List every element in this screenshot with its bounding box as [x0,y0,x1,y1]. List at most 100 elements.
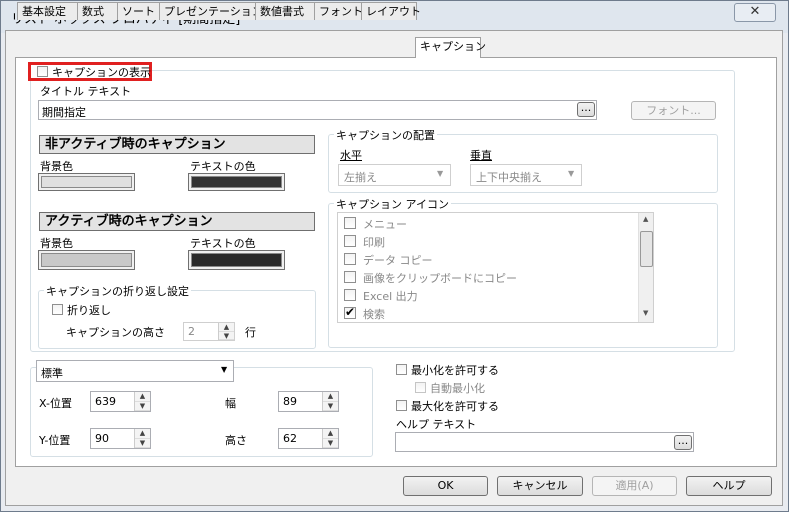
allow-minimize-checkbox[interactable] [396,364,407,375]
inactive-bg-color-button[interactable] [38,173,135,191]
y-position-value: 90 [95,432,109,445]
active-bg-color-swatch [41,253,132,267]
help-text-label: ヘルプ テキスト [396,418,477,431]
spin-up-icon[interactable]: ▲ [135,392,150,402]
spin-down-icon[interactable]: ▼ [135,401,150,411]
tab-label: 数式 [82,5,104,18]
tab-sort[interactable]: ソート [117,2,160,20]
tab-numeric[interactable]: 数式 [77,2,118,20]
allow-maximize-label: 最大化を許可する [411,400,499,413]
caption-height-value: 2 [188,325,195,338]
x-position-input[interactable]: 639 ▲ ▼ [90,391,151,412]
icon-copy-image-checkbox[interactable] [344,271,356,283]
icon-excel-checkbox[interactable] [344,289,356,301]
apply-button[interactable]: 適用(A) [592,476,677,496]
scrollbar-thumb[interactable] [640,231,653,267]
help-text-ellipsis-button[interactable]: ... [674,435,692,450]
spin-up-icon[interactable]: ▲ [323,429,338,439]
tab-label: レイアウト [366,5,421,18]
inactive-text-color-button[interactable] [188,173,285,191]
icon-search-checkbox[interactable]: ✔ [344,305,356,319]
tab-presentation[interactable]: プレゼンテーション [159,2,263,20]
chevron-down-icon: ▼ [221,365,228,374]
tab-label: 数値書式 [260,5,304,18]
caption-icons-group-label: キャプション アイコン [334,196,451,212]
spin-down-icon[interactable]: ▼ [323,438,338,448]
ok-button-label: OK [437,479,454,492]
vertical-label: 垂直 [470,149,492,162]
tab-label: プレゼンテーション [164,5,263,18]
tab-font[interactable]: フォント [314,2,363,20]
caption-height-label: キャプションの高さ [66,326,165,339]
icon-excel-label: Excel 出力 [363,290,418,303]
caption-height-unit: 行 [245,326,256,339]
allow-maximize-checkbox[interactable] [396,400,407,411]
tab-label: キャプション [420,40,486,53]
check-icon: ✔ [345,305,356,319]
chevron-down-icon: ▼ [437,169,444,178]
active-caption-header: アクティブ時のキャプション [39,212,315,231]
x-position-label: X-位置 [39,397,72,410]
title-text-input[interactable]: 期間指定 [38,100,597,120]
icon-print-checkbox[interactable] [344,235,356,247]
tab-basic[interactable]: 基本設定 [17,2,78,20]
cancel-button[interactable]: キャンセル [497,476,583,496]
active-text-color-button[interactable] [188,250,285,270]
close-icon: ✕ [749,4,761,19]
position-mode-select[interactable]: 標準 ▼ [36,360,234,382]
inactive-text-color-label: テキストの色 [190,160,256,173]
height-input[interactable]: 62 ▲ ▼ [278,428,339,449]
help-button-label: ヘルプ [712,479,746,492]
tab-layout[interactable]: レイアウト [361,2,421,20]
spin-up-icon[interactable]: ▲ [219,323,234,332]
show-caption-checkbox[interactable] [37,66,48,77]
spin-down-icon[interactable]: ▼ [135,438,150,448]
scroll-up-icon[interactable]: ▲ [643,215,648,223]
vertical-value: 上下中央揃え [476,171,542,184]
help-button[interactable]: ヘルプ [686,476,772,496]
font-button[interactable]: フォント... [631,101,716,120]
active-bg-color-button[interactable] [38,250,135,270]
icon-menu-checkbox[interactable] [344,217,356,229]
active-text-color-label: テキストの色 [190,237,256,250]
title-text-label: タイトル テキスト [40,85,132,98]
cancel-button-label: キャンセル [512,479,568,492]
ok-button[interactable]: OK [403,476,488,496]
horizontal-select[interactable]: 左揃え ▼ [338,164,451,186]
wrap-checkbox[interactable] [52,304,63,315]
y-position-input[interactable]: 90 ▲ ▼ [90,428,151,449]
spin-down-icon[interactable]: ▼ [219,331,234,340]
x-position-spinner[interactable]: ▲ ▼ [134,392,150,411]
icons-list-scrollbar[interactable]: ▲ ▼ [638,213,653,322]
width-input[interactable]: 89 ▲ ▼ [278,391,339,412]
tab-number-format[interactable]: 数値書式 [255,2,315,20]
scroll-down-icon[interactable]: ▼ [643,309,648,317]
tab-label: ソート [122,5,155,18]
wrap-label: 折り返し [67,304,111,317]
inactive-text-color-swatch [191,176,282,188]
inactive-bg-color-label: 背景色 [40,160,73,173]
auto-minimize-checkbox[interactable] [415,382,426,393]
title-text-ellipsis-button[interactable]: ... [577,102,595,117]
close-button[interactable]: ✕ [734,3,776,22]
active-text-color-swatch [191,253,282,267]
spin-down-icon[interactable]: ▼ [323,401,338,411]
y-position-spinner[interactable]: ▲ ▼ [134,429,150,448]
help-text-input[interactable] [395,432,694,452]
height-spinner[interactable]: ▲ ▼ [322,429,338,448]
spin-up-icon[interactable]: ▲ [323,392,338,402]
x-position-value: 639 [95,395,116,408]
icon-data-copy-label: データ コピー [363,254,433,267]
caption-height-input[interactable]: 2 ▲ ▼ [183,322,235,341]
tab-caption[interactable]: キャプション [415,37,486,58]
ellipsis-label: ... [677,434,689,447]
spin-up-icon[interactable]: ▲ [135,429,150,439]
width-spinner[interactable]: ▲ ▼ [322,392,338,411]
caption-icons-list[interactable]: メニュー 印刷 データ コピー 画像をクリップボードにコピー Excel 出力 … [337,212,654,323]
icon-data-copy-checkbox[interactable] [344,253,356,265]
apply-button-label: 適用(A) [615,479,654,492]
caption-height-spinner[interactable]: ▲ ▼ [218,323,234,340]
vertical-select[interactable]: 上下中央揃え ▼ [470,164,582,186]
tab-label: フォント [319,5,363,18]
y-position-label: Y-位置 [39,434,71,447]
